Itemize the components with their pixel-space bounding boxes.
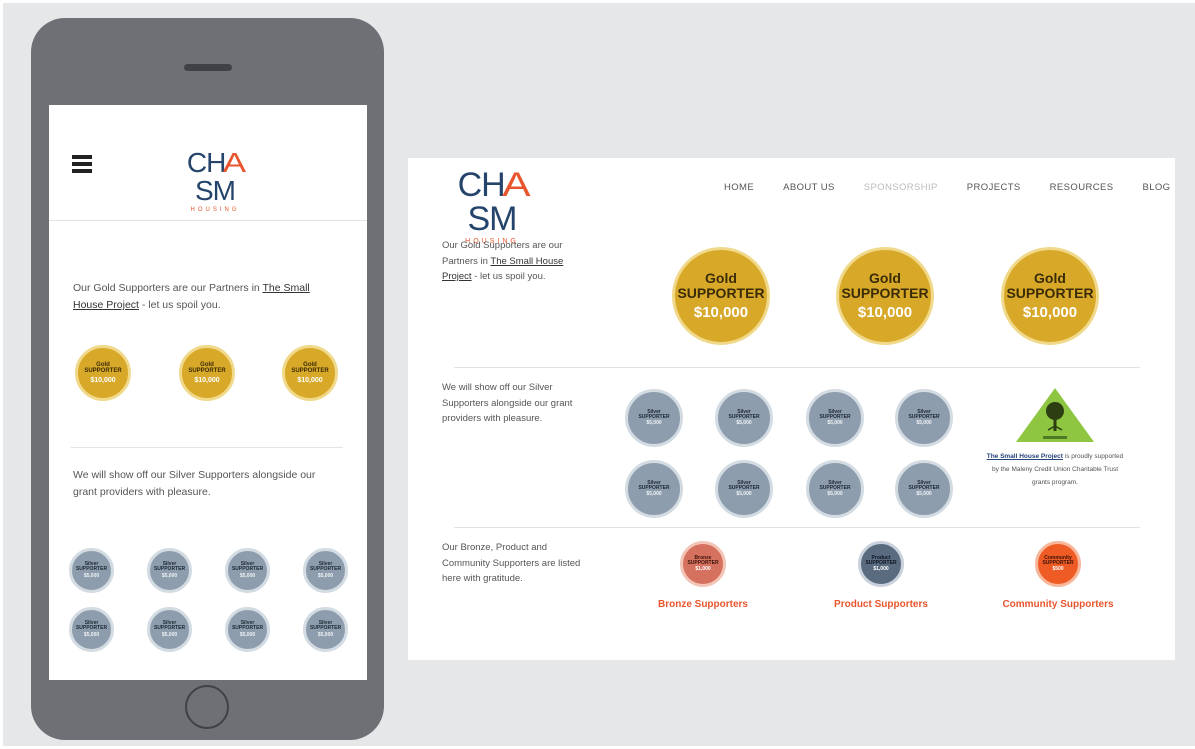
logo-text-suffix: SM <box>467 200 518 238</box>
mobile-silver-intro: We will show off our Silver Supporters a… <box>73 469 316 498</box>
desktop-page: CHASM HOUSING HOME ABOUT US SPONSORSHIP … <box>408 158 1175 660</box>
logo-text-prefix: CH <box>457 166 506 204</box>
desktop-shp-link[interactable]: The Small House Project <box>987 453 1063 460</box>
bronze-supporter-badge[interactable]: Bronze SUPPORTER $1,000 <box>680 541 726 587</box>
silver-supporter-badge[interactable]: Silver SUPPORTER $5,000 <box>715 389 773 447</box>
product-supporters-link[interactable]: Product Supporters <box>826 599 936 610</box>
logo-text-suffix: SM <box>195 175 236 206</box>
nav-projects[interactable]: PROJECTS <box>967 182 1021 193</box>
nav-home[interactable]: HOME <box>724 182 754 193</box>
gold-supporter-badge[interactable]: Gold SUPPORTER $10,000 <box>179 345 235 401</box>
silver-supporter-badge[interactable]: Silver SUPPORTER $5,000 <box>69 607 114 652</box>
desktop-logo[interactable]: CHASM HOUSING <box>436 168 548 245</box>
gold-supporter-badge[interactable]: Gold SUPPORTER $10,000 <box>75 345 131 401</box>
gold-supporter-badge[interactable]: Gold SUPPORTER $10,000 <box>836 247 934 345</box>
silver-supporter-badge[interactable]: Silver SUPPORTER $5,000 <box>806 389 864 447</box>
nav-about-us[interactable]: ABOUT US <box>783 182 835 193</box>
gold-supporter-badge[interactable]: Gold SUPPORTER $10,000 <box>672 247 770 345</box>
silver-supporter-badge[interactable]: Silver SUPPORTER $5,000 <box>225 607 270 652</box>
logo-text-accent: A <box>501 166 530 204</box>
phone-speaker <box>184 64 232 71</box>
desktop-divider <box>454 367 1140 368</box>
tree-triangle-logo <box>1016 388 1094 442</box>
bronze-supporters-link[interactable]: Bronze Supporters <box>648 599 758 610</box>
silver-supporter-badge[interactable]: Silver SUPPORTER $5,000 <box>895 389 953 447</box>
nav-sponsorship[interactable]: SPONSORSHIP <box>864 182 938 193</box>
phone-frame: CHASM HOUSING Our Gold Supporters are ou… <box>31 18 384 740</box>
silver-supporter-badge[interactable]: Silver SUPPORTER $5,000 <box>715 460 773 518</box>
logo-subtitle: HOUSING <box>190 207 240 213</box>
mobile-gold-intro: Our Gold Supporters are our Partners in … <box>73 282 310 311</box>
nav-resources[interactable]: RESOURCES <box>1050 182 1114 193</box>
mobile-logo[interactable]: CHASM HOUSING <box>167 147 263 214</box>
silver-supporter-badge[interactable]: Silver SUPPORTER $5,000 <box>303 607 348 652</box>
main-nav: HOME ABOUT US SPONSORSHIP PROJECTS RESOU… <box>724 182 1170 193</box>
silver-supporter-badge[interactable]: Silver SUPPORTER $5,000 <box>895 460 953 518</box>
logo-text-prefix: CH <box>186 147 226 178</box>
silver-supporter-badge[interactable]: Silver SUPPORTER $5,000 <box>806 460 864 518</box>
desktop-bronze-intro: Our Bronze, Product and Community Suppor… <box>442 542 581 584</box>
home-button-icon[interactable] <box>185 685 229 729</box>
mobile-divider <box>71 447 343 448</box>
community-supporter-badge[interactable]: Community SUPPORTER $500 <box>1035 541 1081 587</box>
logo-text-accent: A <box>223 147 246 178</box>
silver-supporter-badge[interactable]: Silver SUPPORTER $5,000 <box>625 460 683 518</box>
gold-supporter-badge[interactable]: Gold SUPPORTER $10,000 <box>1001 247 1099 345</box>
desktop-divider <box>454 527 1140 528</box>
silver-supporter-badge[interactable]: Silver SUPPORTER $5,000 <box>225 548 270 593</box>
silver-supporter-badge[interactable]: Silver SUPPORTER $5,000 <box>147 607 192 652</box>
silver-supporter-badge[interactable]: Silver SUPPORTER $5,000 <box>625 389 683 447</box>
desktop-silver-intro: We will show off our Silver Supporters a… <box>442 382 573 424</box>
mobile-header: CHASM HOUSING <box>49 105 367 221</box>
desktop-gold-intro: Our Gold Supporters are our Partners in … <box>442 240 564 282</box>
mobile-screen: CHASM HOUSING Our Gold Supporters are ou… <box>49 105 367 680</box>
hamburger-icon[interactable] <box>72 155 92 173</box>
grant-provider-note: The Small House Project is proudly suppo… <box>986 453 1124 486</box>
silver-supporter-badge[interactable]: Silver SUPPORTER $5,000 <box>69 548 114 593</box>
community-supporters-link[interactable]: Community Supporters <box>994 599 1122 610</box>
product-supporter-badge[interactable]: Product SUPPORTER $1,000 <box>858 541 904 587</box>
silver-supporter-badge[interactable]: Silver SUPPORTER $5,000 <box>303 548 348 593</box>
gold-supporter-badge[interactable]: Gold SUPPORTER $10,000 <box>282 345 338 401</box>
nav-blog[interactable]: BLOG <box>1142 182 1170 193</box>
silver-supporter-badge[interactable]: Silver SUPPORTER $5,000 <box>147 548 192 593</box>
